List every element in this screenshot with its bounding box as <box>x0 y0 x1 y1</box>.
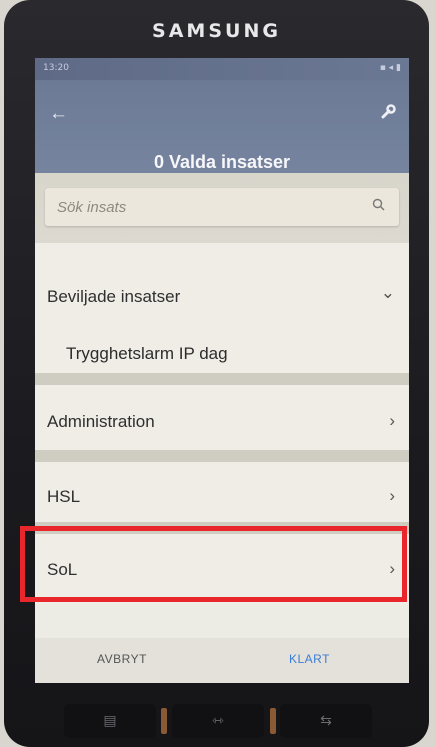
phone-body: SAMSUNG 13:20 ▪ ◂ ▮ ← 0 Valda insatser S… <box>4 0 429 747</box>
app-bar: ← 0 Valda insatser <box>35 80 409 173</box>
search-icon[interactable] <box>372 198 385 214</box>
search-input[interactable]: Sök insats <box>57 199 126 216</box>
done-button[interactable]: KLART <box>289 652 330 666</box>
status-bar: 13:20 ▪ ◂ ▮ <box>35 58 409 80</box>
search-area: Sök insats <box>35 173 409 243</box>
highlight-box <box>20 526 407 602</box>
chevron-right-icon[interactable]: › <box>389 486 395 506</box>
divider <box>35 450 409 462</box>
recent-apps-icon: ▤ <box>103 712 117 728</box>
home-key[interactable]: ⇿ <box>172 704 264 738</box>
key-divider <box>270 708 276 734</box>
status-time: 13:20 <box>43 63 69 73</box>
search-field[interactable]: Sök insats <box>45 188 399 226</box>
dialog-footer: AVBRYT KLART <box>35 638 409 683</box>
status-icons: ▪ ◂ ▮ <box>379 63 401 73</box>
section-label: Beviljade insatser <box>47 287 181 306</box>
key-divider <box>161 708 167 734</box>
section-beviljade-insatser[interactable]: Beviljade insatser ⌄ Trygghetslarm IP da… <box>35 243 409 373</box>
list-item[interactable]: Trygghetslarm IP dag <box>66 344 228 364</box>
recent-apps-key[interactable]: ▤ <box>64 704 156 738</box>
wrench-icon[interactable] <box>379 103 397 126</box>
section-label: HSL <box>47 487 81 506</box>
back-icon: ⇆ <box>320 712 332 728</box>
chevron-right-icon[interactable]: › <box>389 411 395 431</box>
cancel-button[interactable]: AVBRYT <box>97 652 147 666</box>
home-icon: ⇿ <box>212 712 224 728</box>
device-brand: SAMSUNG <box>152 20 281 42</box>
back-key[interactable]: ⇆ <box>280 704 372 738</box>
divider <box>35 373 409 385</box>
section-hsl[interactable]: HSL › <box>35 462 409 522</box>
page-title: 0 Valda insatser <box>153 152 291 172</box>
section-administration[interactable]: Administration › <box>35 385 409 450</box>
back-arrow-icon[interactable]: ← <box>49 103 68 125</box>
chevron-down-icon[interactable]: ⌄ <box>381 283 395 303</box>
section-label: Administration <box>47 412 155 431</box>
